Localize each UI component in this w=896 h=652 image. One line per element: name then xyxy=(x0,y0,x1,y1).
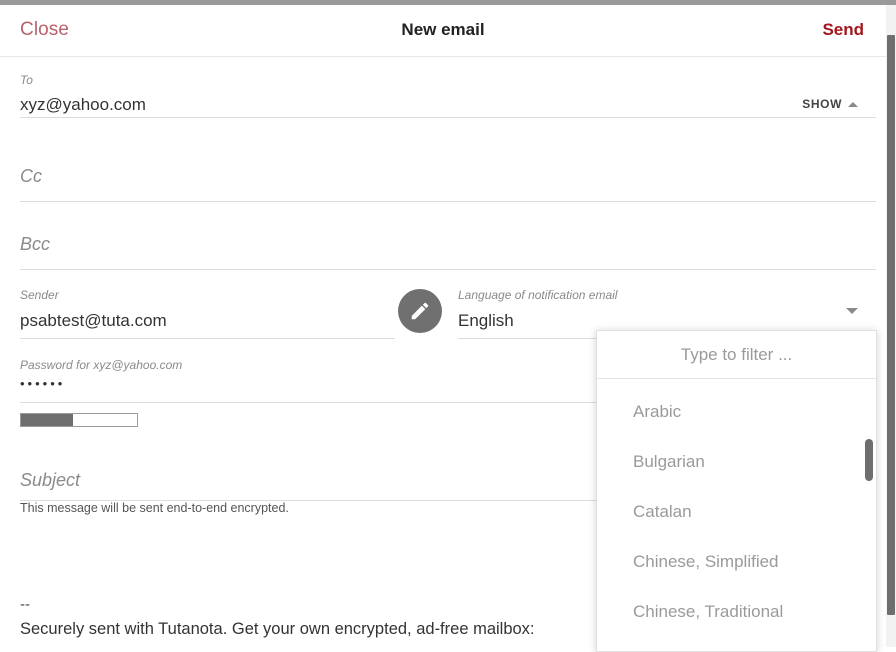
password-input[interactable]: •••••• xyxy=(20,376,65,391)
dropdown-filter-row[interactable] xyxy=(597,331,876,379)
send-button[interactable]: Send xyxy=(822,20,864,40)
bcc-label: Bcc xyxy=(20,234,51,254)
page-title: New email xyxy=(401,20,485,39)
to-label: To xyxy=(20,73,33,87)
password-strength-fill xyxy=(21,414,74,426)
sender-label: Sender xyxy=(20,288,59,302)
to-field[interactable]: To xyz@yahoo.com SHOW xyxy=(20,73,876,118)
dropdown-item-catalan[interactable]: Catalan xyxy=(597,487,876,537)
sender-underline xyxy=(20,338,395,339)
dropdown-filter-input[interactable] xyxy=(597,343,876,366)
dropdown-scrollbar-thumb[interactable] xyxy=(865,439,873,481)
to-input[interactable]: xyz@yahoo.com xyxy=(20,93,146,117)
compose-header: Close New email Send xyxy=(0,5,886,57)
pencil-icon xyxy=(409,300,431,322)
notification-language-value[interactable]: English xyxy=(458,309,514,333)
compose-email-window: Close New email Send To xyz@yahoo.com SH… xyxy=(0,5,886,652)
notification-language-label: Language of notification email xyxy=(458,288,618,302)
encryption-note: This message will be sent end-to-end enc… xyxy=(20,501,289,515)
page-scrollbar-thumb[interactable] xyxy=(887,35,895,615)
password-label: Password for xyz@yahoo.com xyxy=(20,358,183,372)
cc-underline xyxy=(20,201,876,202)
caret-up-icon xyxy=(848,101,858,107)
sender-value[interactable]: psabtest@tuta.com xyxy=(20,309,167,333)
dropdown-item-chinese-simplified[interactable]: Chinese, Simplified xyxy=(597,537,876,587)
cc-label: Cc xyxy=(20,166,42,186)
subject-label: Subject xyxy=(20,470,81,490)
password-strength-bar xyxy=(20,413,138,427)
page-scrollbar-track[interactable] xyxy=(886,5,896,647)
language-dropdown-menu[interactable]: Arabic Bulgarian Catalan Chinese, Simpli… xyxy=(596,330,877,652)
sender-field[interactable]: Sender psabtest@tuta.com xyxy=(20,288,395,339)
dropdown-item-bulgarian[interactable]: Bulgarian xyxy=(597,437,876,487)
dropdown-item-chinese-traditional[interactable]: Chinese, Traditional xyxy=(597,587,876,637)
edit-sender-button[interactable] xyxy=(398,289,442,333)
show-recipients-label: SHOW xyxy=(802,97,842,111)
bcc-underline xyxy=(20,269,876,270)
show-recipients-button[interactable]: SHOW xyxy=(802,97,858,111)
caret-down-icon[interactable] xyxy=(846,308,858,314)
to-underline xyxy=(20,117,876,118)
dropdown-item-arabic[interactable]: Arabic xyxy=(597,387,876,437)
bcc-field[interactable]: Bcc xyxy=(20,233,876,270)
cc-field[interactable]: Cc xyxy=(20,165,876,202)
dropdown-list[interactable]: Arabic Bulgarian Catalan Chinese, Simpli… xyxy=(597,379,876,651)
